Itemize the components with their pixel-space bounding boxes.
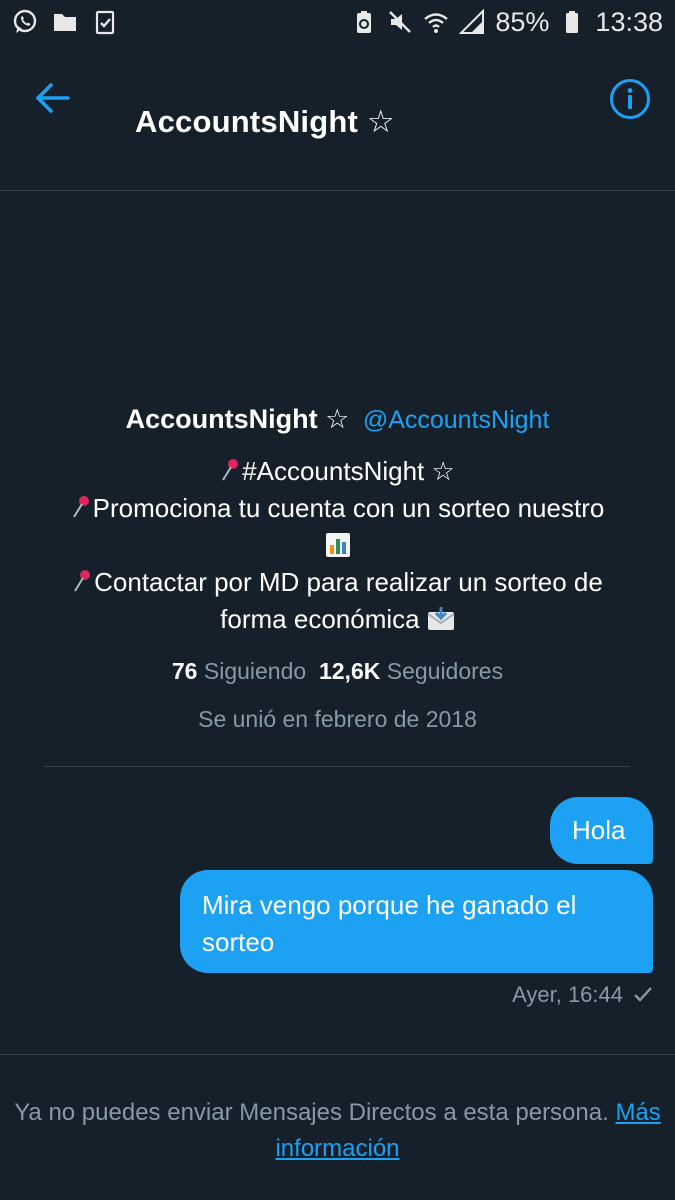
bio-promo-text: Promociona tu cuenta con un sorteo nuest… — [92, 493, 605, 523]
whatsapp-icon — [12, 9, 38, 35]
following-label[interactable]: Siguiendo — [204, 658, 306, 684]
profile-handle[interactable]: @AccountsNight — [363, 406, 550, 434]
bar-chart-icon — [325, 533, 350, 557]
mute-icon — [387, 9, 413, 35]
signal-icon — [459, 9, 485, 35]
profile-card: AccountsNight ☆ @AccountsNight #Accounts… — [0, 400, 675, 733]
info-button[interactable] — [609, 78, 651, 120]
profile-bio: #AccountsNight ☆ Promociona tu cuenta co… — [0, 453, 675, 638]
back-arrow-icon — [36, 83, 70, 113]
conversation-header: AccountsNight ☆ — [0, 44, 675, 191]
header-title: AccountsNight ☆ — [135, 104, 395, 139]
message-timestamp: Ayer, 16:44 — [440, 982, 653, 1008]
following-count[interactable]: 76 — [172, 658, 198, 684]
check-icon — [634, 987, 652, 1002]
profile-name[interactable]: AccountsNight ☆ — [126, 404, 350, 434]
wifi-icon — [423, 9, 449, 35]
bio-line: Contactar por MD para realizar un sorteo… — [0, 564, 675, 601]
folder-icon — [52, 9, 78, 35]
pushpin-icon — [72, 496, 89, 518]
pushpin-icon — [74, 570, 91, 592]
profile-stats: 76 Siguiendo 12,6K Seguidores — [0, 654, 675, 688]
message-text: Hola — [572, 815, 626, 845]
profile-name-line: AccountsNight ☆ @AccountsNight — [0, 400, 675, 439]
info-icon — [610, 79, 650, 119]
divider — [44, 766, 630, 767]
clipboard-check-icon — [92, 9, 118, 35]
battery-icon — [559, 9, 585, 35]
status-bar-left — [12, 9, 118, 35]
message-bubble[interactable]: Mira vengo porque he ganado el sorteo — [180, 870, 653, 973]
timestamp-text: Ayer, 16:44 — [512, 982, 623, 1007]
pushpin-icon — [222, 459, 239, 481]
followers-label[interactable]: Seguidores — [387, 658, 503, 684]
bio-line: forma económica — [0, 601, 675, 638]
status-bar: 85% 13:38 — [0, 0, 675, 44]
bio-contact-text-cont: forma económica — [220, 604, 420, 634]
battery-percent: 85% — [495, 6, 550, 37]
bio-hashtag: #AccountsNight ☆ — [242, 456, 455, 486]
envelope-inbox-icon — [427, 607, 455, 630]
back-button[interactable] — [34, 80, 72, 116]
message-bubble[interactable]: Hola — [550, 797, 653, 864]
clock: 13:38 — [595, 6, 663, 37]
battery-saver-icon — [351, 9, 377, 35]
status-bar-right: 85% 13:38 — [351, 7, 663, 38]
message-text: Mira vengo porque he ganado el sorteo — [202, 890, 577, 957]
bio-line — [0, 527, 675, 564]
bio-contact-text: Contactar por MD para realizar un sorteo… — [94, 567, 603, 597]
bio-line: Promociona tu cuenta con un sorteo nuest… — [0, 490, 675, 527]
followers-count[interactable]: 12,6K — [319, 658, 380, 684]
notice-text: Ya no puedes enviar Mensajes Directos a … — [14, 1099, 609, 1126]
dm-disabled-notice: Ya no puedes enviar Mensajes Directos a … — [0, 1054, 675, 1200]
join-date: Se unió en febrero de 2018 — [198, 706, 477, 732]
bio-line: #AccountsNight ☆ — [0, 453, 675, 490]
